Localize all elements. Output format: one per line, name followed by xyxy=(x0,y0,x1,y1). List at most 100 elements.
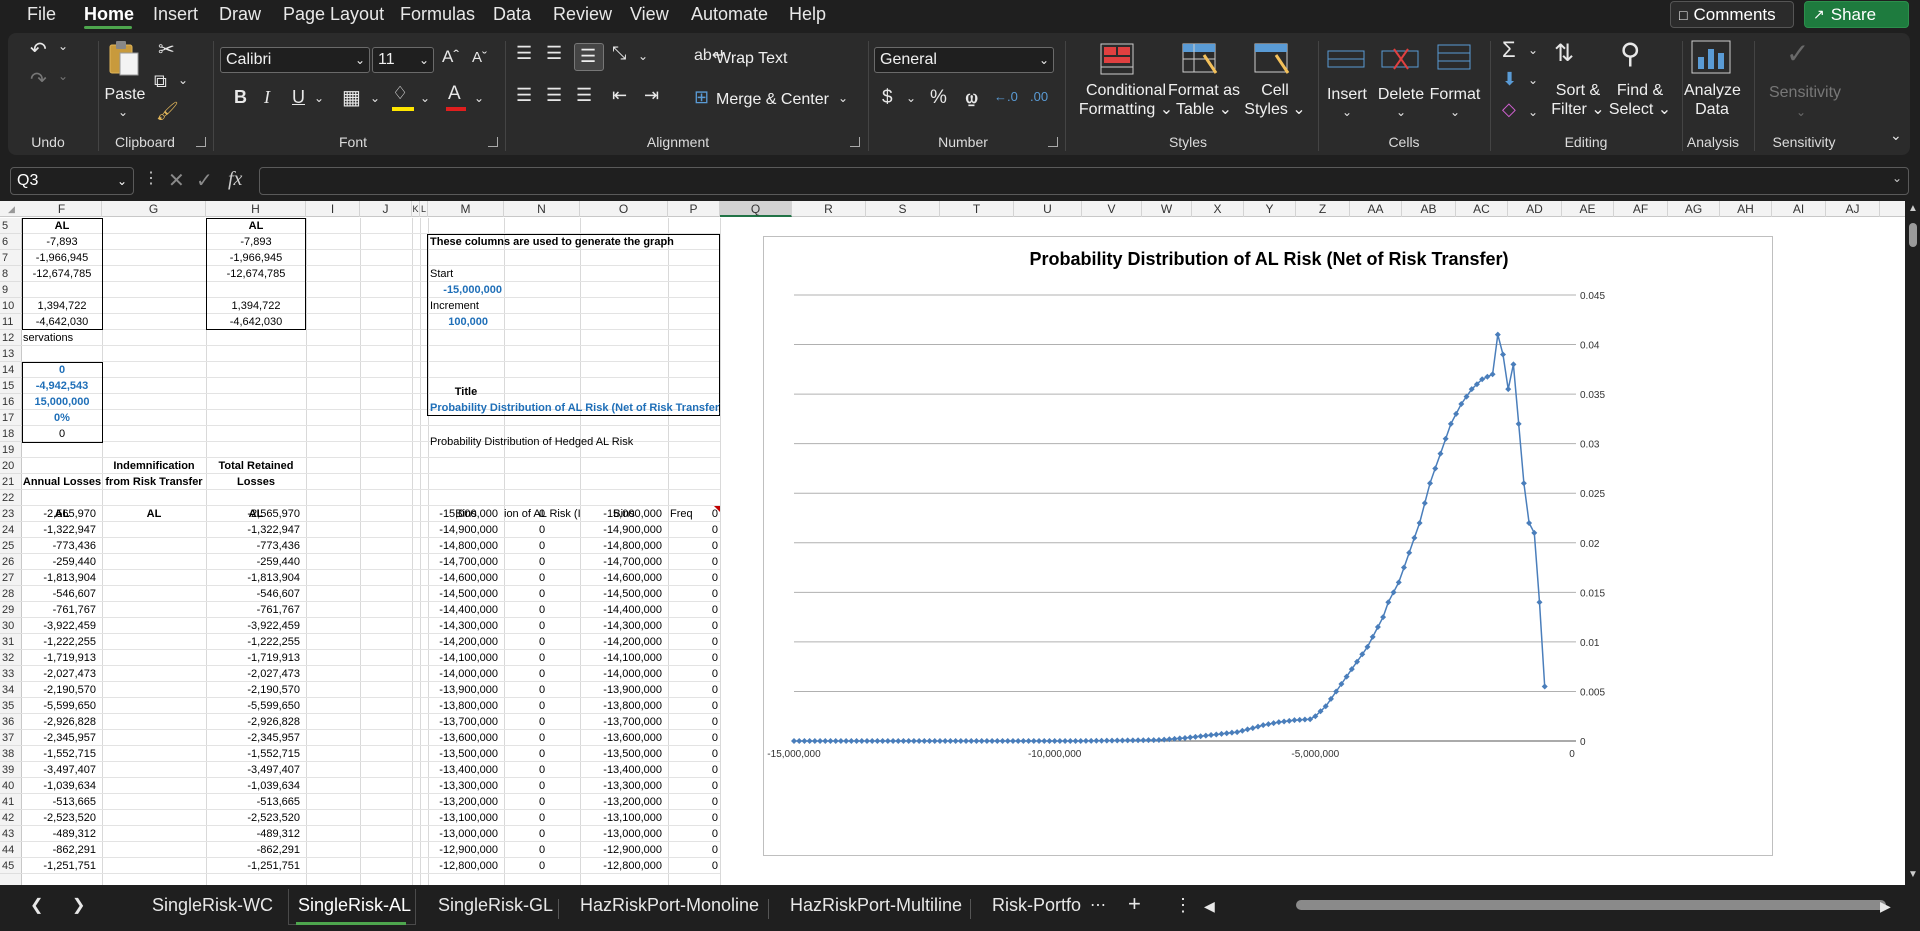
row-header[interactable]: 32 xyxy=(0,650,22,666)
row-header[interactable]: 24 xyxy=(0,522,22,538)
table-cell-h[interactable]: -1,251,751 xyxy=(206,858,306,874)
sort-filter-button[interactable]: Sort & Filter ⌄ xyxy=(1548,81,1608,119)
col-header-u[interactable]: U xyxy=(1014,201,1082,217)
delete-cells-icon[interactable] xyxy=(1380,43,1420,73)
table-cell-o[interactable]: -12,900,000 xyxy=(580,842,668,858)
table-cell-n[interactable]: 0 xyxy=(504,746,580,762)
row-header[interactable]: 13 xyxy=(0,346,22,362)
row-header[interactable]: 21 xyxy=(0,474,22,490)
row-header[interactable]: 25 xyxy=(0,538,22,554)
row-header[interactable]: 36 xyxy=(0,714,22,730)
col-header-j[interactable]: J xyxy=(360,201,412,217)
table-cell-n[interactable]: 0 xyxy=(504,714,580,730)
table-cell-h[interactable]: -1,552,715 xyxy=(206,746,306,762)
paste-button[interactable]: Paste xyxy=(98,85,152,104)
table-cell-h[interactable]: -2,565,970 xyxy=(206,506,306,522)
bold-icon[interactable]: B xyxy=(234,87,247,108)
fill-dropdown-icon[interactable]: ⌄ xyxy=(420,91,430,105)
sort-filter-icon[interactable]: ⇅ xyxy=(1554,39,1574,68)
table-cell-f[interactable]: -1,552,715 xyxy=(22,746,102,762)
redo-icon[interactable]: ↷ xyxy=(30,67,47,92)
tab-hazriskport-monoline[interactable]: HazRiskPort-Monoline xyxy=(580,895,759,916)
table-cell-p[interactable]: 0 xyxy=(668,650,720,666)
table-cell-o[interactable]: -12,800,000 xyxy=(580,858,668,874)
table-cell-f[interactable]: -2,926,828 xyxy=(22,714,102,730)
row-header[interactable]: 38 xyxy=(0,746,22,762)
table-cell-m[interactable]: -13,400,000 xyxy=(428,762,504,778)
table-cell-m[interactable]: -13,700,000 xyxy=(428,714,504,730)
table-cell-o[interactable]: -14,800,000 xyxy=(580,538,668,554)
expand-formula-icon[interactable]: ⌄ xyxy=(1892,171,1902,185)
table-cell-p[interactable]: 0 xyxy=(668,746,720,762)
cell-h6[interactable]: -7,893 xyxy=(206,234,306,250)
table-cell-f[interactable]: -513,665 xyxy=(22,794,102,810)
table-cell-h[interactable]: -3,922,459 xyxy=(206,618,306,634)
header-total-retained-2[interactable]: Losses xyxy=(206,474,306,490)
table-cell-m[interactable]: -14,700,000 xyxy=(428,554,504,570)
table-cell-m[interactable]: -14,400,000 xyxy=(428,602,504,618)
table-cell-h[interactable]: -1,222,255 xyxy=(206,634,306,650)
table-cell-f[interactable]: -2,345,957 xyxy=(22,730,102,746)
col-header-ac[interactable]: AC xyxy=(1456,201,1508,217)
hscroll-left-icon[interactable]: ◀ xyxy=(1204,898,1215,915)
col-header-x[interactable]: X xyxy=(1192,201,1244,217)
horizontal-scroll-thumb[interactable] xyxy=(1296,900,1886,910)
col-header-g[interactable]: G xyxy=(102,201,206,217)
table-cell-p[interactable]: 0 xyxy=(668,794,720,810)
row-header[interactable]: 23 xyxy=(0,506,22,522)
table-cell-h[interactable]: -1,719,913 xyxy=(206,650,306,666)
table-cell-o[interactable]: -13,500,000 xyxy=(580,746,668,762)
clear-icon[interactable]: ◇ xyxy=(1502,99,1516,120)
start-label[interactable]: Start xyxy=(430,266,530,282)
table-cell-p[interactable]: 0 xyxy=(668,762,720,778)
menu-home[interactable]: Home xyxy=(84,4,134,25)
table-cell-m[interactable]: -15,000,000 xyxy=(428,506,504,522)
comments-button[interactable]: □ Comments xyxy=(1670,1,1794,28)
name-box[interactable]: Q3 ⌄ xyxy=(10,167,134,195)
cell-f16[interactable]: 15,000,000 xyxy=(22,394,102,410)
table-cell-p[interactable]: 0 xyxy=(668,522,720,538)
row-header[interactable]: 33 xyxy=(0,666,22,682)
cell-h8[interactable]: -12,674,785 xyxy=(206,266,306,282)
more-tabs-icon[interactable]: ⋯ xyxy=(1090,895,1106,915)
table-cell-p[interactable]: 0 xyxy=(668,730,720,746)
increase-decimal-icon[interactable]: ←.0 xyxy=(994,89,1018,104)
merge-dropdown-icon[interactable]: ⌄ xyxy=(838,91,848,105)
copy-dropdown-icon[interactable]: ⌄ xyxy=(178,73,188,87)
find-select-button[interactable]: Find & Select ⌄ xyxy=(1608,81,1672,119)
row-header[interactable]: 39 xyxy=(0,762,22,778)
table-cell-n[interactable]: 0 xyxy=(504,538,580,554)
align-right-icon[interactable]: ☰ xyxy=(576,85,592,106)
conditional-formatting-icon[interactable] xyxy=(1100,43,1134,75)
table-cell-h[interactable]: -3,497,407 xyxy=(206,762,306,778)
header-indemnification-2[interactable]: from Risk Transfer xyxy=(102,474,206,490)
table-cell-o[interactable]: -14,100,000 xyxy=(580,650,668,666)
table-cell-m[interactable]: -13,600,000 xyxy=(428,730,504,746)
cell-styles-icon[interactable] xyxy=(1254,43,1290,75)
col-header-m[interactable]: M xyxy=(428,201,504,217)
table-cell-p[interactable]: 0 xyxy=(668,538,720,554)
row-header[interactable]: 35 xyxy=(0,698,22,714)
col-header-ab[interactable]: AB xyxy=(1402,201,1456,217)
table-cell-o[interactable]: -14,300,000 xyxy=(580,618,668,634)
title-label[interactable]: Title xyxy=(428,384,504,400)
table-cell-f[interactable]: -259,440 xyxy=(22,554,102,570)
table-cell-o[interactable]: -13,900,000 xyxy=(580,682,668,698)
table-cell-p[interactable]: 0 xyxy=(668,778,720,794)
fill-color-icon[interactable]: ♢ xyxy=(392,83,408,104)
menu-draw[interactable]: Draw xyxy=(219,4,261,25)
col-header-o[interactable]: O xyxy=(580,201,668,217)
number-format-select[interactable]: General ⌄ xyxy=(874,47,1054,73)
formula-input[interactable]: ⌄ xyxy=(259,167,1909,195)
menu-view[interactable]: View xyxy=(630,4,669,25)
cell-f7[interactable]: -1,966,945 xyxy=(22,250,102,266)
table-cell-o[interactable]: -14,600,000 xyxy=(580,570,668,586)
table-cell-p[interactable]: 0 xyxy=(668,570,720,586)
cell-f12[interactable]: servations xyxy=(22,330,122,346)
table-cell-m[interactable]: -14,900,000 xyxy=(428,522,504,538)
paste-dropdown-icon[interactable]: ⌄ xyxy=(118,105,128,119)
row-header[interactable]: 42 xyxy=(0,810,22,826)
table-cell-m[interactable]: -14,100,000 xyxy=(428,650,504,666)
increment-value[interactable]: 100,000 xyxy=(430,314,490,330)
row-header[interactable]: 9 xyxy=(0,282,22,298)
